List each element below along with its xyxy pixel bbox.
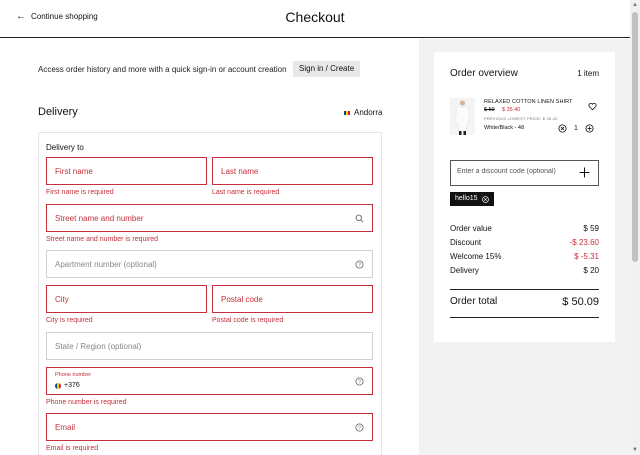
apartment-field[interactable]: Apartment number (optional) ? [46,250,373,278]
heart-icon[interactable] [588,102,597,111]
svg-text:?: ? [358,379,361,385]
first-name-field[interactable]: First name [46,157,207,185]
city-field[interactable]: City [46,285,207,313]
summary-value: $ 20 [583,266,599,275]
product-variant: White/Black - 48 [484,125,525,131]
order-overview-title: Order overview [450,68,518,79]
welcome-discount-row: Welcome 15% $ -5.31 [450,252,599,261]
email-placeholder: Email [55,423,76,432]
phone-prefix[interactable]: +376 [55,382,80,389]
product-old-price: $ 59 [484,107,495,113]
order-value-row: Order value $ 59 [450,224,599,233]
apartment-placeholder: Apartment number (optional) [55,260,157,269]
summary-value: -$ 23.60 [569,238,599,247]
delivery-row: Delivery $ 20 [450,266,599,275]
summary-divider [450,317,599,318]
city-placeholder: City [55,295,69,304]
country-label: Andorra [354,108,383,117]
page-title: Checkout [285,9,345,25]
street-error: Street name and number is required [46,236,159,243]
andorra-flag-icon [344,110,350,115]
order-overview-card: Order overview 1 item RELAXED COTTON LIN… [434,52,615,342]
summary-value: $ -5.31 [574,252,599,261]
summary-divider [450,289,599,290]
andorra-flag-icon [55,382,61,389]
street-field[interactable]: Street name and number [46,204,373,232]
state-region-field[interactable]: State / Region (optional) [46,332,373,360]
shirt-icon [450,98,475,135]
product-name[interactable]: RELAXED COTTON LINEN SHIRT [484,99,573,105]
sign-in-create-button[interactable]: Sign in / Create [293,61,361,77]
summary-label: Discount [450,238,482,247]
help-icon[interactable]: ? [355,260,364,269]
discount-code-field[interactable] [450,160,599,186]
svg-text:?: ? [358,262,361,268]
svg-text:?: ? [358,425,361,431]
phone-label: Phone number [55,372,92,378]
help-icon[interactable]: ? [355,377,364,386]
summary-label: Welcome 15% [450,252,502,261]
first-name-error: First name is required [46,189,114,196]
remove-item-icon[interactable] [558,124,567,133]
postal-code-placeholder: Postal code [221,295,263,304]
email-error: Email is required [46,445,99,452]
product-image[interactable] [450,98,475,135]
street-placeholder: Street name and number [55,214,144,223]
email-field[interactable]: Email ? [46,413,373,441]
scroll-up-icon[interactable]: ▲ [632,2,638,8]
scrollbar-thumb[interactable] [632,12,638,262]
increase-quantity-icon[interactable] [585,124,594,133]
add-discount-icon[interactable] [579,167,590,178]
last-name-placeholder: Last name [221,167,259,176]
scroll-down-icon[interactable]: ▼ [632,447,638,453]
discount-row: Discount -$ 23.60 [450,238,599,247]
help-icon[interactable]: ? [355,423,364,432]
phone-error: Phone number is required [46,399,127,406]
applied-discount-code: hello15 [455,195,478,202]
summary-label: Delivery [450,266,479,275]
remove-discount-icon[interactable] [481,195,489,203]
order-total-value: $ 50.09 [562,296,599,308]
country-selector[interactable]: Andorra [344,108,382,117]
summary-value: $ 59 [583,224,599,233]
header: ← Continue shopping Checkout [0,0,640,38]
last-name-error: Last name is required [212,189,280,196]
postal-code-field[interactable]: Postal code [212,285,373,313]
page-scrollbar[interactable]: ▲ ▼ [630,0,640,455]
phone-field[interactable]: Phone number +376 ? [46,367,373,395]
first-name-placeholder: First name [55,167,93,176]
order-total-row: Order total $ 50.09 [450,296,599,308]
postal-code-error: Postal code is required [212,317,284,324]
search-icon [355,214,364,223]
delivery-to-label: Delivery to [46,143,84,152]
phone-prefix-value: +376 [64,382,80,389]
discount-code-input[interactable] [457,168,569,175]
last-name-field[interactable]: Last name [212,157,373,185]
quantity-value: 1 [574,125,578,132]
order-total-label: Order total [450,296,498,307]
previous-lowest-price: PREVIOUS LOWEST PRICE: $ 35.40 [484,116,558,121]
summary-label: Order value [450,224,492,233]
signin-prompt: Access order history and more with a qui… [38,65,287,74]
city-error: City is required [46,317,93,324]
applied-discount-chip: hello15 [450,192,494,206]
delivery-heading: Delivery [38,106,78,118]
state-region-placeholder: State / Region (optional) [55,342,142,351]
product-sale-price: $ 35.40 [502,107,521,113]
item-count: 1 item [577,69,599,78]
